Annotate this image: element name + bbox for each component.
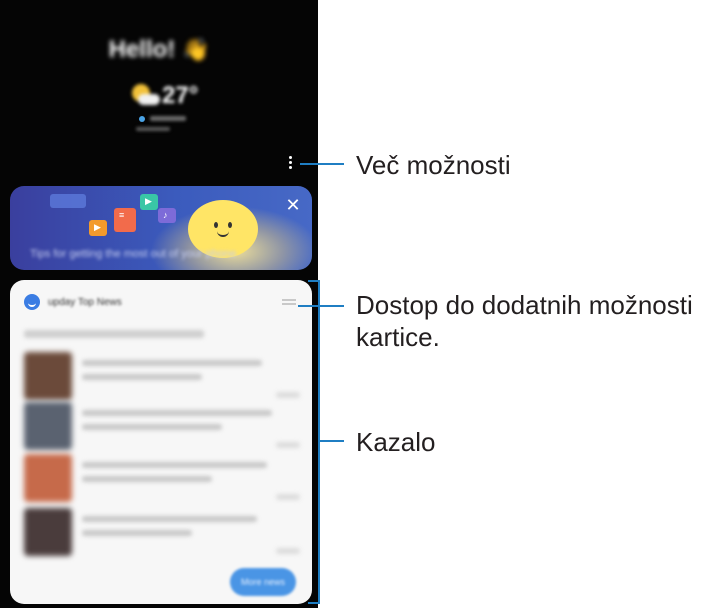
- label-index: Kazalo: [356, 427, 436, 457]
- callout-line-card-options: [298, 305, 344, 307]
- list-item[interactable]: [24, 454, 304, 504]
- bracket-index: [318, 280, 320, 604]
- weather-sun-cloud-icon: [128, 82, 160, 108]
- news-tile-icon: ≡: [114, 208, 136, 232]
- news-meta: [276, 392, 300, 398]
- banner-decor-tile: [50, 194, 86, 208]
- more-news-button[interactable]: More news: [230, 568, 296, 596]
- news-card-title: upday Top News: [48, 296, 122, 308]
- label-card-options: Dostop do dodatnih možnosti kartice.: [356, 289, 693, 353]
- temperature: 27°: [162, 82, 199, 109]
- callout-line-index: [320, 440, 344, 442]
- upday-logo-icon: [24, 294, 40, 310]
- label-card-options-line2: kartice.: [356, 322, 440, 352]
- label-card-options-line1: Dostop do dodatnih možnosti: [356, 290, 693, 320]
- news-headline: [82, 476, 212, 482]
- news-thumbnail: [24, 352, 72, 400]
- news-headline: [82, 516, 257, 522]
- banner-tip-text: Tips for getting the most out of your ph…: [30, 248, 237, 260]
- news-meta: [276, 494, 300, 500]
- music-tile-icon: ♪: [158, 208, 176, 223]
- news-card-header: upday Top News: [24, 294, 122, 310]
- close-icon[interactable]: ✕: [284, 196, 302, 214]
- news-card[interactable]: upday Top News More news: [10, 280, 312, 604]
- label-more-options: Več možnosti: [356, 150, 511, 180]
- weather-updated-text: [136, 127, 170, 131]
- location-text: [150, 116, 186, 121]
- video-tile-icon: ▶: [89, 220, 107, 236]
- greeting-text: Hello!: [108, 36, 176, 63]
- list-item[interactable]: [24, 352, 304, 402]
- news-meta: [276, 442, 300, 448]
- card-options-icon[interactable]: [282, 298, 296, 306]
- play-tile-icon: ▶: [140, 194, 158, 210]
- news-headline: [82, 374, 202, 380]
- news-meta: [276, 548, 300, 554]
- tips-banner[interactable]: ▶ ≡ ▶ ♪ ✕ Tips for getting the most out …: [10, 186, 312, 270]
- news-subheading: [24, 330, 204, 338]
- list-item[interactable]: [24, 508, 304, 558]
- bracket-index-bottom: [308, 602, 320, 604]
- bracket-index-top: [308, 280, 320, 282]
- news-headline: [82, 410, 272, 416]
- more-options-icon[interactable]: [286, 156, 296, 170]
- news-headline: [82, 424, 222, 430]
- news-headline: [82, 360, 262, 366]
- news-headline: [82, 462, 267, 468]
- news-thumbnail: [24, 454, 72, 502]
- news-headline: [82, 530, 192, 536]
- news-thumbnail: [24, 508, 72, 556]
- list-item[interactable]: [24, 402, 304, 452]
- wave-emoji-icon: 👋: [181, 37, 210, 62]
- news-thumbnail: [24, 402, 72, 450]
- weather-widget[interactable]: 27°: [128, 82, 198, 110]
- location-pin-icon: [139, 116, 145, 122]
- greeting: Hello! 👋: [0, 36, 318, 64]
- callout-line-more-options: [300, 163, 344, 165]
- phone-screen: Hello! 👋 27° ▶ ≡ ▶ ♪ ✕ Tips for getting …: [0, 0, 318, 608]
